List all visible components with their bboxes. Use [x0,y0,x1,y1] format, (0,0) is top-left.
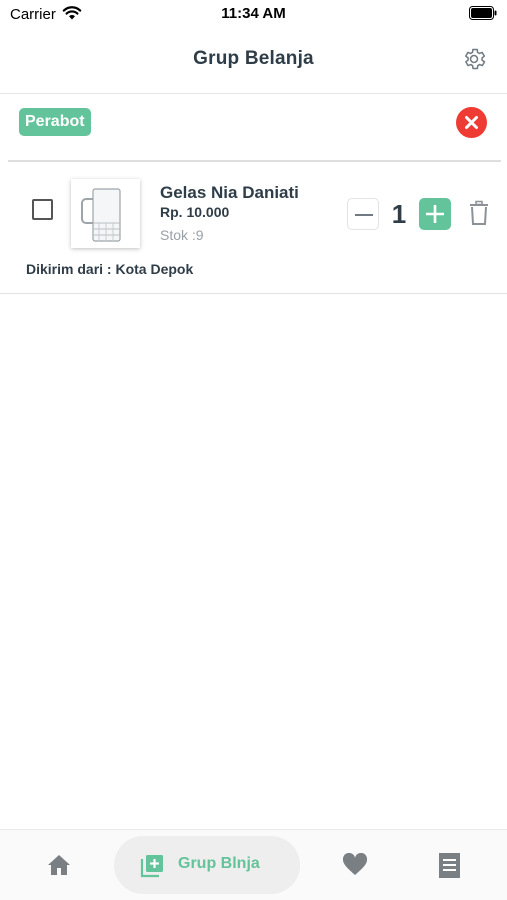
tab-label: Grup Blnja [178,855,260,872]
product-price: Rp. 10.000 [160,204,230,220]
battery-icon [469,6,497,20]
status-bar: Carrier 11:34 AM [0,0,507,30]
plus-icon [426,205,444,223]
status-time: 11:34 AM [221,5,286,22]
tab-grup-belanja[interactable]: Grup Blnja [114,836,300,894]
glass-mug-icon [81,188,121,242]
increase-quantity-button[interactable] [419,198,451,230]
cart-item: Gelas Nia Daniati Rp. 10.000 Stok :9 1 D… [0,162,507,294]
shipping-label: Dikirim dari : [26,261,116,277]
page-title: Grup Belanja [193,48,314,69]
item-checkbox[interactable] [32,199,53,220]
decrease-quantity-button[interactable] [347,198,379,230]
trash-icon[interactable] [468,200,490,226]
gear-icon[interactable] [461,46,487,72]
quantity-value: 1 [391,199,407,229]
group-row: Perabot [0,95,507,161]
minus-icon [355,214,373,216]
add-group-icon [140,855,163,878]
product-name[interactable]: Gelas Nia Daniati [160,183,299,203]
group-tag[interactable]: Perabot [19,108,91,136]
shipping-origin: Dikirim dari : Kota Depok [26,261,193,277]
list-icon[interactable] [438,852,461,879]
product-image [71,179,140,248]
heart-icon[interactable] [342,853,368,877]
shipping-city: Kota Depok [115,261,194,277]
product-stock: Stok :9 [160,227,204,243]
home-icon[interactable] [46,853,72,877]
close-circle-icon[interactable] [456,107,487,138]
header: Grup Belanja [0,30,507,94]
bottom-tab-bar: Grup Blnja [0,829,507,900]
